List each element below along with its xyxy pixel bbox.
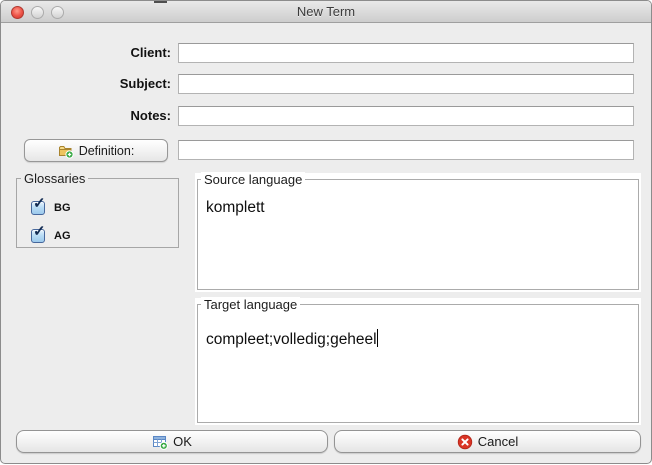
glossary-checkbox-bg[interactable]: ✓ BG	[31, 200, 71, 216]
cancel-button-label: Cancel	[478, 434, 518, 449]
source-language-panel: Source language komplett	[195, 173, 641, 292]
glossaries-group: Glossaries ✓ BG ✓ AG	[16, 178, 179, 248]
new-term-dialog: New Term Client: Subject: Notes: Definit…	[0, 0, 652, 464]
definition-button[interactable]: Definition:	[24, 139, 168, 162]
titlebar[interactable]: New Term	[1, 1, 651, 23]
checkmark-icon: ✓	[33, 196, 46, 212]
definition-button-label: Definition:	[79, 144, 135, 158]
target-language-textarea[interactable]: compleet;volledig;geheel	[206, 329, 378, 349]
client-label: Client:	[1, 43, 171, 63]
notes-input[interactable]	[178, 106, 634, 126]
subject-label: Subject:	[1, 74, 171, 94]
window-title: New Term	[1, 4, 651, 19]
target-language-panel: Target language compleet;volledig;geheel	[195, 298, 641, 425]
checkbox-checked-icon[interactable]: ✓	[31, 201, 45, 215]
glossary-checkbox-label: BG	[54, 202, 71, 214]
target-language-border: Target language	[197, 304, 639, 423]
source-language-border: Source language	[197, 179, 639, 290]
glossaries-group-title: Glossaries	[21, 171, 88, 186]
ok-button[interactable]: OK	[16, 430, 328, 453]
subject-input[interactable]	[178, 74, 634, 94]
client-input[interactable]	[178, 43, 634, 63]
target-language-text: compleet;volledig;geheel	[206, 331, 377, 348]
notes-label: Notes:	[1, 106, 171, 126]
cancel-button[interactable]: Cancel	[334, 430, 641, 453]
ok-button-label: OK	[173, 434, 192, 449]
target-language-title: Target language	[201, 297, 300, 312]
cancel-x-icon	[457, 434, 473, 450]
source-language-text: komplett	[206, 199, 265, 216]
checkmark-icon: ✓	[33, 224, 46, 240]
definition-input[interactable]	[178, 140, 634, 160]
table-add-icon	[152, 434, 168, 450]
glossary-checkbox-ag[interactable]: ✓ AG	[31, 228, 71, 244]
source-language-textarea[interactable]: komplett	[206, 199, 265, 217]
source-language-title: Source language	[201, 172, 305, 187]
checkbox-checked-icon[interactable]: ✓	[31, 229, 45, 243]
glossary-checkbox-label: AG	[54, 230, 71, 242]
folder-add-icon	[58, 143, 74, 159]
text-caret	[377, 329, 378, 347]
background-artifact	[154, 1, 167, 3]
